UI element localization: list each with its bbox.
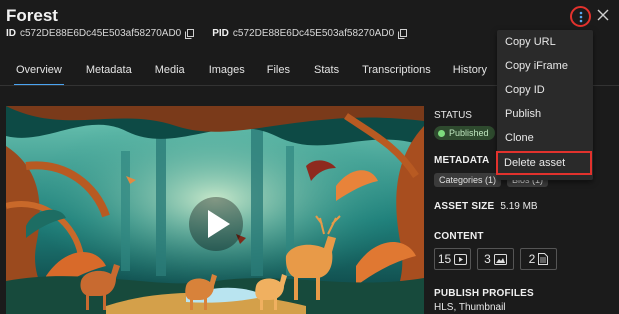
tab-transcriptions[interactable]: Transcriptions xyxy=(362,58,431,86)
menu-item-copy-id[interactable]: Copy ID xyxy=(497,78,593,102)
content-label: CONTENT xyxy=(434,231,484,242)
asset-size: ASSET SIZE 5.19 MB xyxy=(434,201,538,212)
menu-item-copy-url[interactable]: Copy URL xyxy=(497,30,593,54)
tab-overview[interactable]: Overview xyxy=(14,58,64,86)
forest-illustration xyxy=(6,106,424,314)
video-icon xyxy=(454,253,468,265)
metadata-label: METADATA xyxy=(434,155,490,166)
tab-media[interactable]: Media xyxy=(155,58,185,86)
more-actions-button[interactable] xyxy=(570,6,591,27)
kebab-menu-icon xyxy=(579,11,582,22)
asset-id: ID c572DE88E6Dc45E503af58270AD0 xyxy=(6,28,195,39)
published-pill: Published xyxy=(434,126,495,140)
publish-profiles-label: PUBLISH PROFILES xyxy=(434,288,534,299)
content-summary: 15 3 2 xyxy=(434,248,557,270)
asset-identifiers: ID c572DE88E6Dc45E503af58270AD0 PID c572… xyxy=(6,28,408,39)
document-count: 2 xyxy=(528,252,536,266)
video-count: 15 xyxy=(437,252,452,266)
menu-item-publish[interactable]: Publish xyxy=(497,102,593,126)
content-video-count[interactable]: 15 xyxy=(434,248,471,270)
play-icon[interactable] xyxy=(189,197,243,251)
tab-files[interactable]: Files xyxy=(267,58,290,86)
pid-label: PID xyxy=(212,28,229,39)
asset-actions-menu: Copy URL Copy iFrame Copy ID Publish Clo… xyxy=(496,30,593,180)
id-value: c572DE88E6Dc45E503af58270AD0 xyxy=(20,28,182,39)
content-document-count[interactable]: 2 xyxy=(520,248,557,270)
asset-size-label: ASSET SIZE xyxy=(434,201,495,212)
tab-metadata[interactable]: Metadata xyxy=(86,58,132,86)
menu-item-delete-asset[interactable]: Delete asset xyxy=(496,151,592,175)
copy-icon[interactable] xyxy=(185,28,195,39)
status-dot-icon xyxy=(438,129,445,137)
pid-value: c572DE88E6Dc45E503af58270AD0 xyxy=(232,28,395,39)
content-image-count[interactable]: 3 xyxy=(477,248,514,270)
tab-bar: Overview Metadata Media Images Files Sta… xyxy=(0,58,500,86)
status-value: Published xyxy=(449,128,489,138)
status-label: STATUS xyxy=(434,110,472,121)
menu-item-copy-iframe[interactable]: Copy iFrame xyxy=(497,54,593,78)
media-preview[interactable] xyxy=(6,106,424,314)
tab-history[interactable]: History xyxy=(453,58,487,86)
document-icon xyxy=(538,253,549,265)
asset-size-value: 5.19 MB xyxy=(500,201,538,212)
tab-stats[interactable]: Stats xyxy=(314,58,339,86)
metadata-chip-categories[interactable]: Categories (1) xyxy=(434,173,502,187)
menu-item-clone[interactable]: Clone xyxy=(497,126,593,150)
status-badge: Published xyxy=(434,126,495,140)
asset-pid: PID c572DE88E6Dc45E503af58270AD0 xyxy=(212,28,408,39)
page-title: Forest xyxy=(6,6,58,25)
copy-icon[interactable] xyxy=(398,28,408,39)
publish-profiles-value: HLS, Thumbnail xyxy=(434,302,506,313)
tab-images[interactable]: Images xyxy=(209,58,245,86)
id-label: ID xyxy=(6,28,16,39)
image-icon xyxy=(493,253,507,265)
close-icon xyxy=(597,9,609,21)
close-button[interactable] xyxy=(596,8,610,22)
image-count: 3 xyxy=(484,252,491,266)
